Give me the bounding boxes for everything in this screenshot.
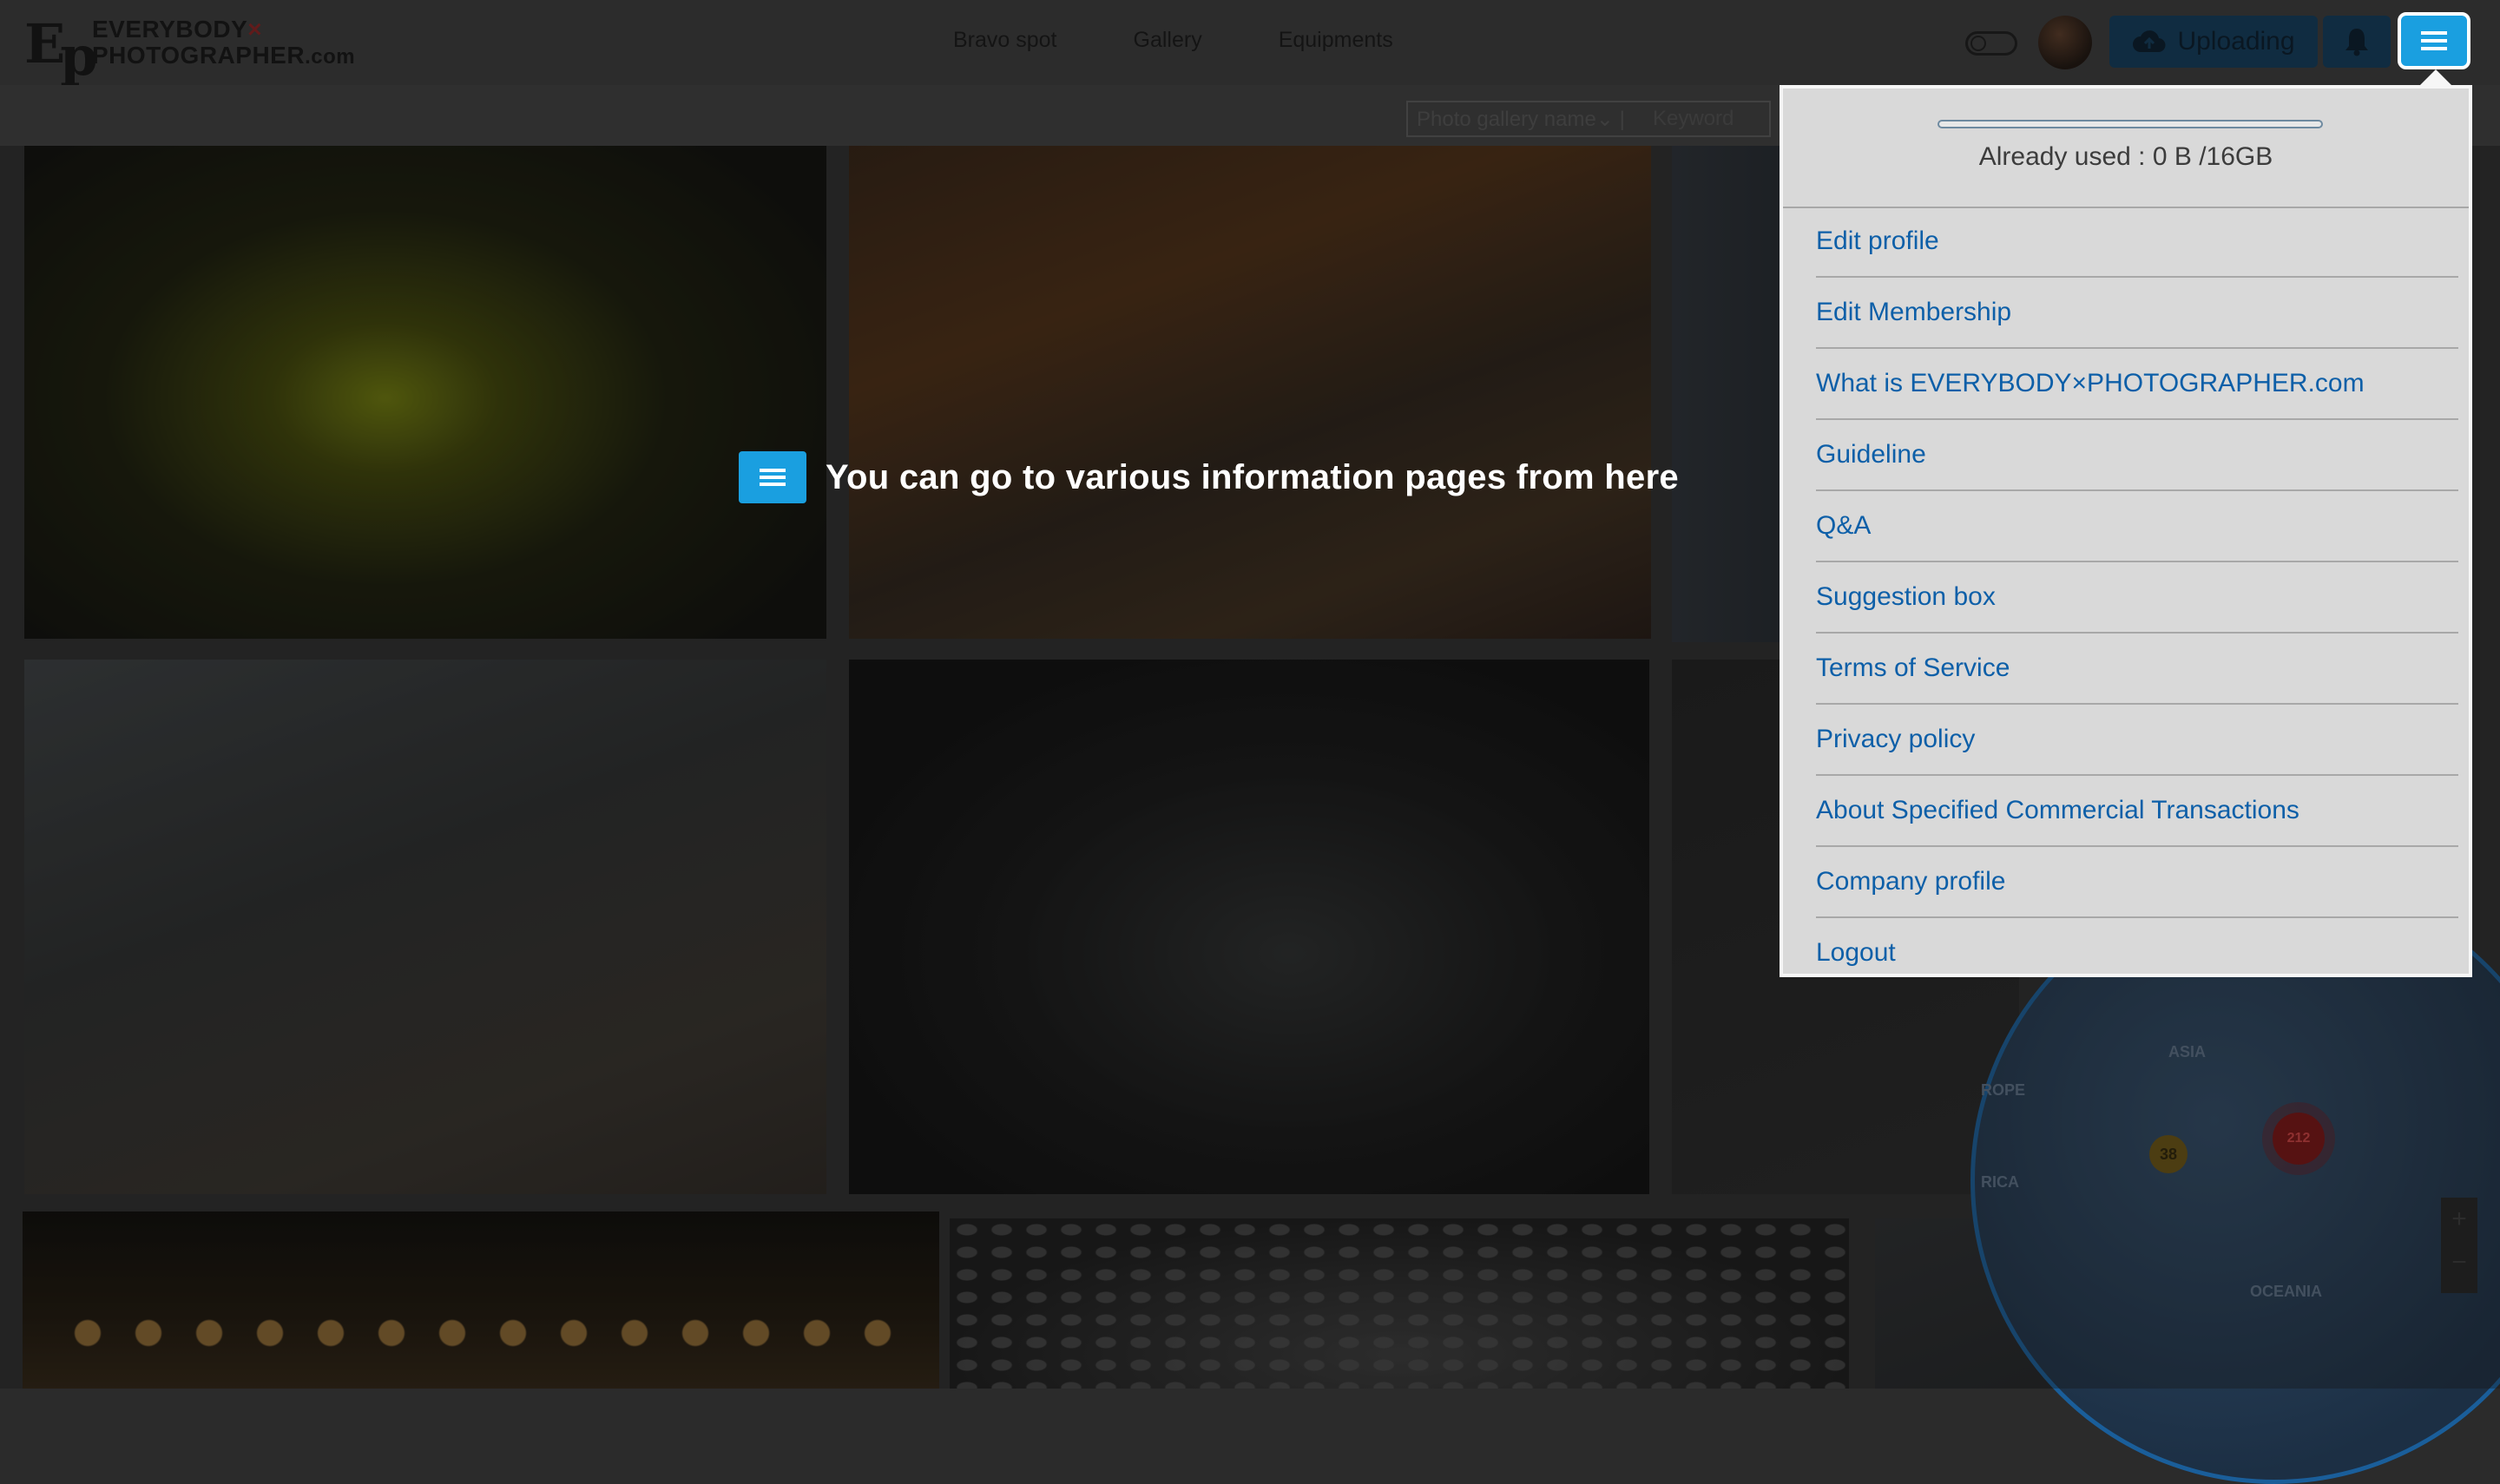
menu-item: Suggestion box — [1816, 562, 2458, 634]
menu-about-site[interactable]: What is EVERYBODY×PHOTOGRAPHER.com — [1816, 369, 2365, 398]
menu-item: Logout — [1816, 918, 2458, 988]
menu-company-profile[interactable]: Company profile — [1816, 867, 2005, 896]
hamburger-menu-button[interactable] — [2398, 12, 2470, 69]
info-dropdown-menu: Already used : 0 B /16GB Edit profile Ed… — [1780, 85, 2472, 977]
menu-item: About Specified Commercial Transactions — [1816, 776, 2458, 847]
menu-guideline[interactable]: Guideline — [1816, 440, 1926, 469]
menu-item: Privacy policy — [1816, 705, 2458, 776]
menu-privacy-policy[interactable]: Privacy policy — [1816, 725, 1975, 754]
hamburger-icon — [2421, 31, 2447, 50]
menu-edit-membership[interactable]: Edit Membership — [1816, 298, 2011, 327]
info-menu-list: Edit profile Edit Membership What is EVE… — [1816, 207, 2458, 988]
storage-progress-bar — [1938, 120, 2323, 128]
menu-terms-of-service[interactable]: Terms of Service — [1816, 653, 2010, 683]
onboarding-tooltip: You can go to various information pages … — [739, 451, 1679, 503]
menu-commercial-transactions[interactable]: About Specified Commercial Transactions — [1816, 796, 2299, 825]
storage-usage: Already used : 0 B /16GB — [1783, 89, 2469, 208]
tooltip-text: You can go to various information pages … — [826, 457, 1679, 496]
menu-item: Terms of Service — [1816, 634, 2458, 705]
menu-item: Q&A — [1816, 491, 2458, 562]
menu-item: What is EVERYBODY×PHOTOGRAPHER.com — [1816, 349, 2458, 420]
dropdown-caret — [2418, 69, 2453, 87]
menu-item: Guideline — [1816, 420, 2458, 491]
hamburger-icon — [739, 451, 806, 503]
menu-item: Company profile — [1816, 847, 2458, 918]
menu-item: Edit Membership — [1816, 278, 2458, 349]
menu-logout[interactable]: Logout — [1816, 938, 1896, 968]
storage-usage-text: Already used : 0 B /16GB — [1978, 142, 2273, 171]
menu-item: Edit profile — [1816, 207, 2458, 278]
menu-suggestion-box[interactable]: Suggestion box — [1816, 582, 1996, 612]
menu-qa[interactable]: Q&A — [1816, 511, 1871, 541]
menu-edit-profile[interactable]: Edit profile — [1816, 227, 1939, 256]
